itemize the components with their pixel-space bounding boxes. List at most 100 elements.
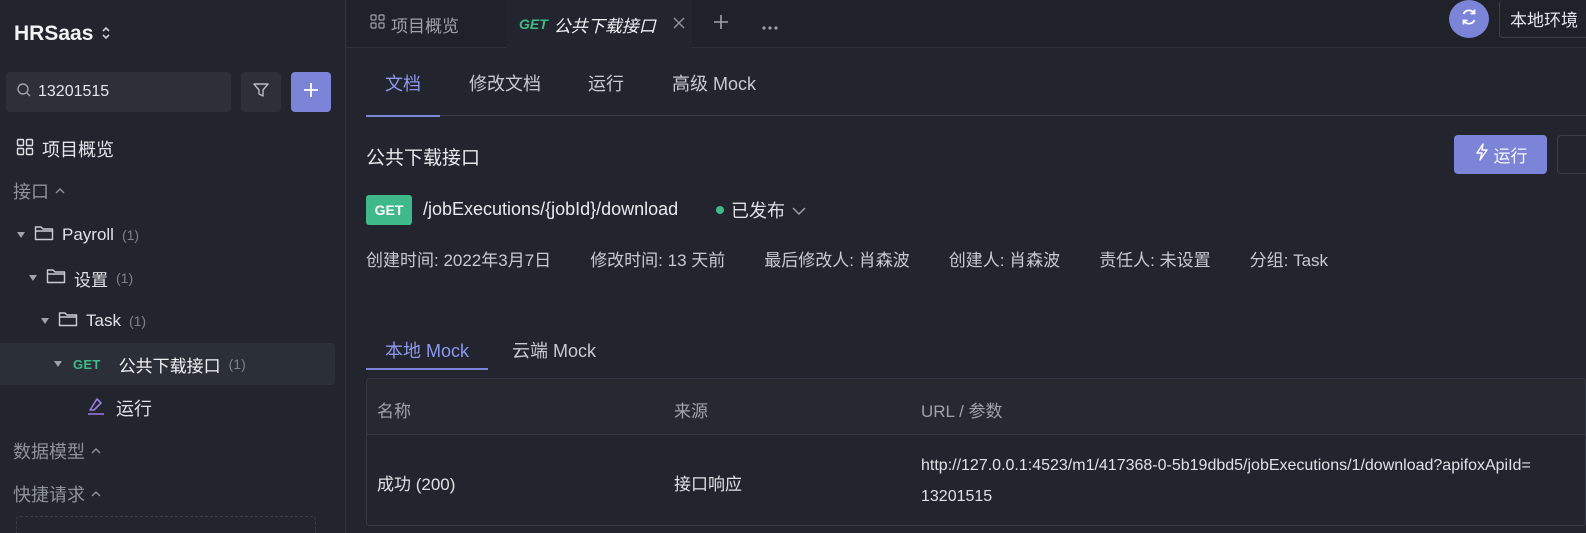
sidebar-item-label: 项目概览 [42, 140, 114, 160]
app-window: HRSaas × 项目概览 [0, 0, 1586, 533]
environment-label: 本地环境 [1510, 11, 1578, 30]
run-label: 运行 [116, 399, 152, 419]
folder-icon [34, 225, 54, 246]
caret-down-icon [28, 275, 38, 281]
chevron-updown-icon [101, 25, 111, 43]
tree-count: (1) [121, 227, 140, 243]
meta-info: 创建时间: 2022年3月7日 修改时间: 13 天前 最后修改人: 肖森波 创… [366, 245, 1367, 271]
folder-icon [46, 268, 66, 289]
chevron-down-icon [792, 200, 806, 221]
tab-label: 公共下载接口 [553, 16, 656, 36]
new-tab-button[interactable] [706, 8, 736, 40]
status-label: 已发布 [731, 201, 785, 221]
tab-label: 修改文档 [469, 73, 541, 94]
tab-label: 云端 Mock [512, 340, 597, 361]
column-header: 来源 [674, 402, 708, 421]
search-input[interactable] [38, 83, 245, 101]
tree-label: 设置 [74, 270, 108, 290]
section-interfaces[interactable]: 接口 [13, 178, 65, 204]
project-name: HRSaas [14, 22, 94, 45]
tree-count: (1) [116, 270, 134, 286]
mock-table: 名称 来源 URL / 参数 成功 (200) 接口响应 http://127.… [366, 378, 1586, 526]
meta-creator: 创建人: 肖森波 [948, 250, 1061, 270]
add-button[interactable] [291, 72, 331, 112]
project-switcher[interactable]: HRSaas [14, 20, 111, 48]
section-label: 快捷请求 [13, 485, 85, 505]
more-actions-button[interactable] [1557, 135, 1586, 174]
sidebar-item-overview[interactable]: 项目概览 [16, 136, 114, 162]
meta-owner: 责任人: 未设置 [1099, 250, 1211, 270]
tree-label: 公共下载接口 [118, 356, 221, 376]
section-label: 数据模型 [13, 442, 85, 462]
ellipsis-icon [761, 11, 779, 37]
sync-button[interactable] [1449, 0, 1489, 38]
tree-folder-settings[interactable]: 设置 (1) [0, 257, 335, 299]
tab-label: 高级 Mock [672, 73, 757, 94]
tree-label: Task [86, 311, 121, 330]
tab-more-button[interactable] [755, 8, 785, 40]
tree-folder-task[interactable]: Task (1) [0, 300, 335, 342]
table-header: 名称 来源 URL / 参数 [367, 379, 1585, 435]
folder-icon [58, 311, 78, 332]
plus-icon [302, 81, 320, 104]
tree-folder-payroll[interactable]: Payroll (1) [0, 214, 335, 256]
section-quick-requests[interactable]: 快捷请求 [13, 481, 101, 507]
tab-run[interactable]: 运行 [588, 49, 624, 116]
meta-group: 分组: Task [1249, 250, 1329, 270]
column-header: 名称 [377, 402, 411, 421]
caret-down-icon [16, 232, 26, 238]
tab-overview[interactable]: 项目概览 [347, 0, 505, 48]
mock-url-cell[interactable]: http://127.0.0.1:4523/m1/417368-0-5b19db… [921, 450, 1585, 512]
run-button[interactable]: 运行 [1454, 135, 1547, 174]
tab-label: 本地 Mock [385, 340, 470, 361]
tree-run-item[interactable]: 运行 [86, 394, 152, 422]
tab-local-mock[interactable]: 本地 Mock [365, 329, 489, 370]
search-box[interactable]: × [6, 72, 258, 112]
meta-created-time: 创建时间: 2022年3月7日 [366, 250, 552, 270]
mock-url-param: 13201515 [921, 488, 993, 505]
environment-select[interactable]: 本地环境 [1499, 0, 1586, 38]
tab-docs[interactable]: 文档 [366, 49, 440, 117]
run-case-icon [86, 396, 106, 421]
plus-icon [712, 11, 730, 37]
mock-tabs: 本地 Mock 云端 Mock [365, 329, 1586, 370]
status-dot [716, 206, 724, 214]
new-request-dropzone[interactable] [16, 516, 316, 533]
status-select[interactable]: 已发布 [716, 197, 806, 223]
tree-count: (1) [228, 356, 246, 372]
sub-tabs: 文档 修改文档 运行 高级 Mock [366, 49, 1586, 117]
meta-modified-time: 修改时间: 13 天前 [590, 250, 726, 270]
lightning-icon [1474, 143, 1490, 166]
filter-icon [252, 81, 270, 104]
refresh-icon [1459, 7, 1479, 32]
api-path: /jobExecutions/{jobId}/download [423, 199, 679, 219]
tree-count: (1) [128, 313, 147, 329]
section-data-models[interactable]: 数据模型 [13, 438, 101, 464]
tab-label: 文档 [385, 73, 421, 94]
section-label: 接口 [13, 182, 49, 202]
tab-edit-docs[interactable]: 修改文档 [469, 49, 541, 116]
meta-last-modifier: 最后修改人: 肖森波 [764, 250, 910, 270]
tab-label: 项目概览 [391, 16, 459, 36]
tab-label: 运行 [588, 73, 624, 94]
chevron-up-icon [55, 184, 65, 198]
tab-advanced-mock[interactable]: 高级 Mock [672, 49, 756, 116]
mock-source-cell: 接口响应 [674, 475, 742, 494]
tab-download-endpoint[interactable]: GET 公共下载接口 [506, 0, 692, 48]
caret-down-icon [40, 318, 50, 324]
chevron-up-icon [91, 444, 101, 458]
method-tag: GET [73, 356, 101, 372]
column-header: URL / 参数 [921, 402, 1003, 421]
tree-endpoint-download[interactable]: GET 公共下载接口 (1) [0, 343, 335, 385]
close-icon[interactable] [672, 14, 686, 35]
mock-url: http://127.0.0.1:4523/m1/417368-0-5b19db… [921, 457, 1531, 474]
main-panel: 文档 修改文档 运行 高级 Mock 公共下载接口 运行 GET /jobExe… [347, 49, 1586, 533]
mock-name-cell: 成功 (200) [377, 475, 456, 494]
chevron-up-icon [91, 487, 101, 501]
filter-button[interactable] [241, 72, 281, 112]
sidebar: HRSaas × 项目概览 [0, 0, 346, 533]
table-row[interactable]: 成功 (200) 接口响应 http://127.0.0.1:4523/m1/4… [367, 436, 1585, 525]
tab-method: GET [519, 16, 548, 32]
tab-cloud-mock[interactable]: 云端 Mock [512, 329, 596, 370]
tab-bar: 项目概览 GET 公共下载接口 [347, 0, 1586, 48]
